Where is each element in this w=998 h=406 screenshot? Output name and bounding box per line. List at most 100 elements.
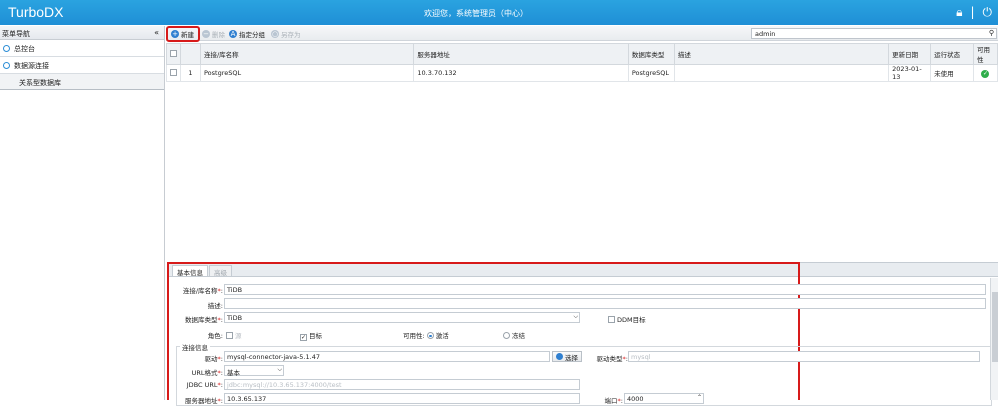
search-input[interactable]: admin ⚲ bbox=[751, 28, 997, 39]
role-label: 角色: bbox=[207, 332, 223, 340]
collapse-icon[interactable]: « bbox=[154, 28, 159, 37]
choose-label: 选择 bbox=[565, 353, 578, 362]
ddm-label: DDM目标 bbox=[617, 316, 646, 324]
server-address-label: 服务器地址*: bbox=[185, 397, 223, 405]
url-format-label: URL格式*: bbox=[191, 369, 223, 377]
check-circle-icon: ✓ bbox=[981, 69, 990, 78]
column-header bbox=[180, 43, 201, 65]
row-checkbox[interactable] bbox=[170, 68, 177, 76]
detail-scrollbar[interactable] bbox=[990, 278, 998, 400]
delete-button[interactable]: − 删除 bbox=[202, 29, 225, 39]
ddm-target-checkbox[interactable]: DDM目标 bbox=[608, 314, 646, 324]
availability-label: 可用性 bbox=[403, 332, 423, 340]
delete-label: 删除 bbox=[212, 31, 225, 39]
row-desc bbox=[673, 64, 890, 82]
column-header[interactable]: 数据库类型 bbox=[627, 43, 675, 65]
radio[interactable] bbox=[503, 332, 510, 339]
dbtype-value: TiDB bbox=[227, 314, 243, 322]
radio-active[interactable] bbox=[426, 332, 434, 339]
checkbox-checked[interactable]: ✓ bbox=[300, 334, 307, 341]
driver-type-value: mysql bbox=[631, 353, 651, 361]
select-all-cell[interactable] bbox=[166, 43, 181, 65]
save-as-button[interactable]: ○ 另存为 bbox=[271, 29, 301, 39]
choose-button[interactable]: 选择 bbox=[552, 351, 582, 362]
driver-type-label: 驱动类型*: bbox=[596, 355, 628, 363]
port-value: 4000 bbox=[627, 395, 644, 403]
row-number: 1 bbox=[180, 64, 201, 82]
column-header[interactable]: 可用性 bbox=[972, 43, 998, 65]
welcome-text: 欢迎您，系统管理员（中心） bbox=[424, 9, 528, 18]
save-icon: ○ bbox=[271, 30, 279, 38]
column-header[interactable]: 连接/库名称 bbox=[199, 43, 415, 65]
assign-label: 指定分组 bbox=[239, 31, 265, 39]
circle-icon bbox=[3, 62, 10, 69]
toolbar: + 新建 − 删除 A 指定分组 ○ 另存为 admin ⚲ bbox=[166, 26, 998, 42]
name-value: TiDB bbox=[227, 286, 243, 294]
column-header[interactable]: 描述 bbox=[673, 43, 890, 65]
driver-type-field: mysql bbox=[628, 351, 980, 362]
sidebar-subitem-rdbms[interactable]: 关系型数据库 bbox=[0, 74, 164, 90]
availability-frozen-radio[interactable]: 冻结 bbox=[503, 330, 525, 340]
row-availability: ✓ bbox=[972, 64, 998, 82]
search-value: admin bbox=[755, 30, 776, 38]
dbtype-select[interactable]: TiDB ⌵ bbox=[224, 312, 580, 323]
app-header: TurboDX 欢迎您，系统管理员（中心） 🔒︎ | ⏻ bbox=[0, 0, 998, 25]
sidebar-item-console[interactable]: 总控台 bbox=[0, 40, 164, 57]
port-stepper[interactable]: 4000 ⌃ bbox=[624, 393, 704, 404]
row-name: PostgreSQL bbox=[199, 64, 415, 82]
app-title: TurboDX bbox=[8, 4, 64, 20]
role-source-label: 源 bbox=[235, 332, 242, 340]
sidebar-item-datasource[interactable]: 数据源连接 bbox=[0, 57, 164, 74]
name-field[interactable]: TiDB bbox=[224, 284, 986, 295]
port-label: 端口*: bbox=[604, 397, 623, 405]
checkbox[interactable] bbox=[226, 332, 233, 339]
name-label: 连接/库名称*: bbox=[182, 287, 223, 295]
driver-field[interactable]: mysql-connector-java-5.1.47 bbox=[224, 351, 550, 362]
table-header-row: 连接/库名称 服务器地址 数据库类型 描述 更新日期 运行状态 可用性 bbox=[166, 43, 998, 65]
role-target-checkbox[interactable]: ✓ 目标 bbox=[300, 330, 322, 341]
availability-group: 可用性: 激活 bbox=[403, 332, 449, 340]
row-select-cell[interactable] bbox=[166, 64, 181, 82]
sidebar-item-label: 总控台 bbox=[14, 45, 35, 53]
datasource-table: 连接/库名称 服务器地址 数据库类型 描述 更新日期 运行状态 可用性 1 Po… bbox=[166, 43, 998, 82]
delete-icon: − bbox=[202, 30, 210, 38]
scrollbar-thumb[interactable] bbox=[992, 292, 998, 362]
table-row[interactable]: 1 PostgreSQL 10.3.70.132 PostgreSQL 2023… bbox=[166, 64, 998, 82]
sidebar-title: 菜单导航 bbox=[2, 30, 30, 38]
url-format-select[interactable]: 基本 ⌵ bbox=[224, 365, 284, 377]
sidebar: 菜单导航 « 总控台 数据源连接 关系型数据库 bbox=[0, 26, 165, 400]
driver-label: 驱动*: bbox=[204, 355, 223, 363]
power-icon[interactable]: ⏻ bbox=[983, 5, 993, 20]
separator: | bbox=[970, 5, 975, 19]
select-all-checkbox[interactable] bbox=[170, 49, 177, 57]
column-header[interactable]: 更新日期 bbox=[888, 43, 932, 65]
lock-icon[interactable]: 🔒︎ bbox=[956, 5, 962, 20]
url-format-value: 基本 bbox=[227, 369, 240, 377]
chevron-down-icon: ⌵ bbox=[277, 366, 282, 373]
role-target-label: 目标 bbox=[309, 332, 322, 340]
connection-legend: 连接信息 bbox=[180, 342, 210, 352]
role-source-checkbox[interactable]: 源 bbox=[226, 330, 242, 340]
dbtype-label: 数据库类型*: bbox=[185, 316, 223, 324]
frozen-label: 冻结 bbox=[512, 332, 525, 340]
driver-value: mysql-connector-java-5.1.47 bbox=[227, 353, 320, 361]
jdbc-url-value: jdbc:mysql://10.3.65.137:4000/test bbox=[227, 381, 342, 389]
row-server: 10.3.70.132 bbox=[413, 64, 629, 82]
circle-icon bbox=[3, 45, 10, 52]
desc-label: 描述: bbox=[207, 302, 223, 310]
column-header[interactable]: 运行状态 bbox=[930, 43, 974, 65]
jdbc-label: JDBC URL*: bbox=[186, 381, 223, 389]
chevron-down-icon: ⌵ bbox=[573, 313, 578, 320]
column-header[interactable]: 服务器地址 bbox=[413, 43, 629, 65]
checkbox[interactable] bbox=[608, 316, 615, 323]
search-icon[interactable]: ⚲ bbox=[989, 29, 994, 37]
header-icons: 🔒︎ | ⏻ bbox=[956, 5, 992, 20]
sidebar-item-label: 数据源连接 bbox=[14, 62, 49, 70]
row-type: PostgreSQL bbox=[627, 64, 675, 82]
server-address-value: 10.3.65.137 bbox=[227, 395, 267, 403]
desc-field[interactable] bbox=[224, 298, 986, 309]
server-address-field[interactable]: 10.3.65.137 bbox=[224, 393, 580, 404]
row-status: 未使用 bbox=[930, 64, 974, 82]
group-icon: A bbox=[229, 30, 237, 38]
assign-group-button[interactable]: A 指定分组 bbox=[229, 29, 265, 39]
